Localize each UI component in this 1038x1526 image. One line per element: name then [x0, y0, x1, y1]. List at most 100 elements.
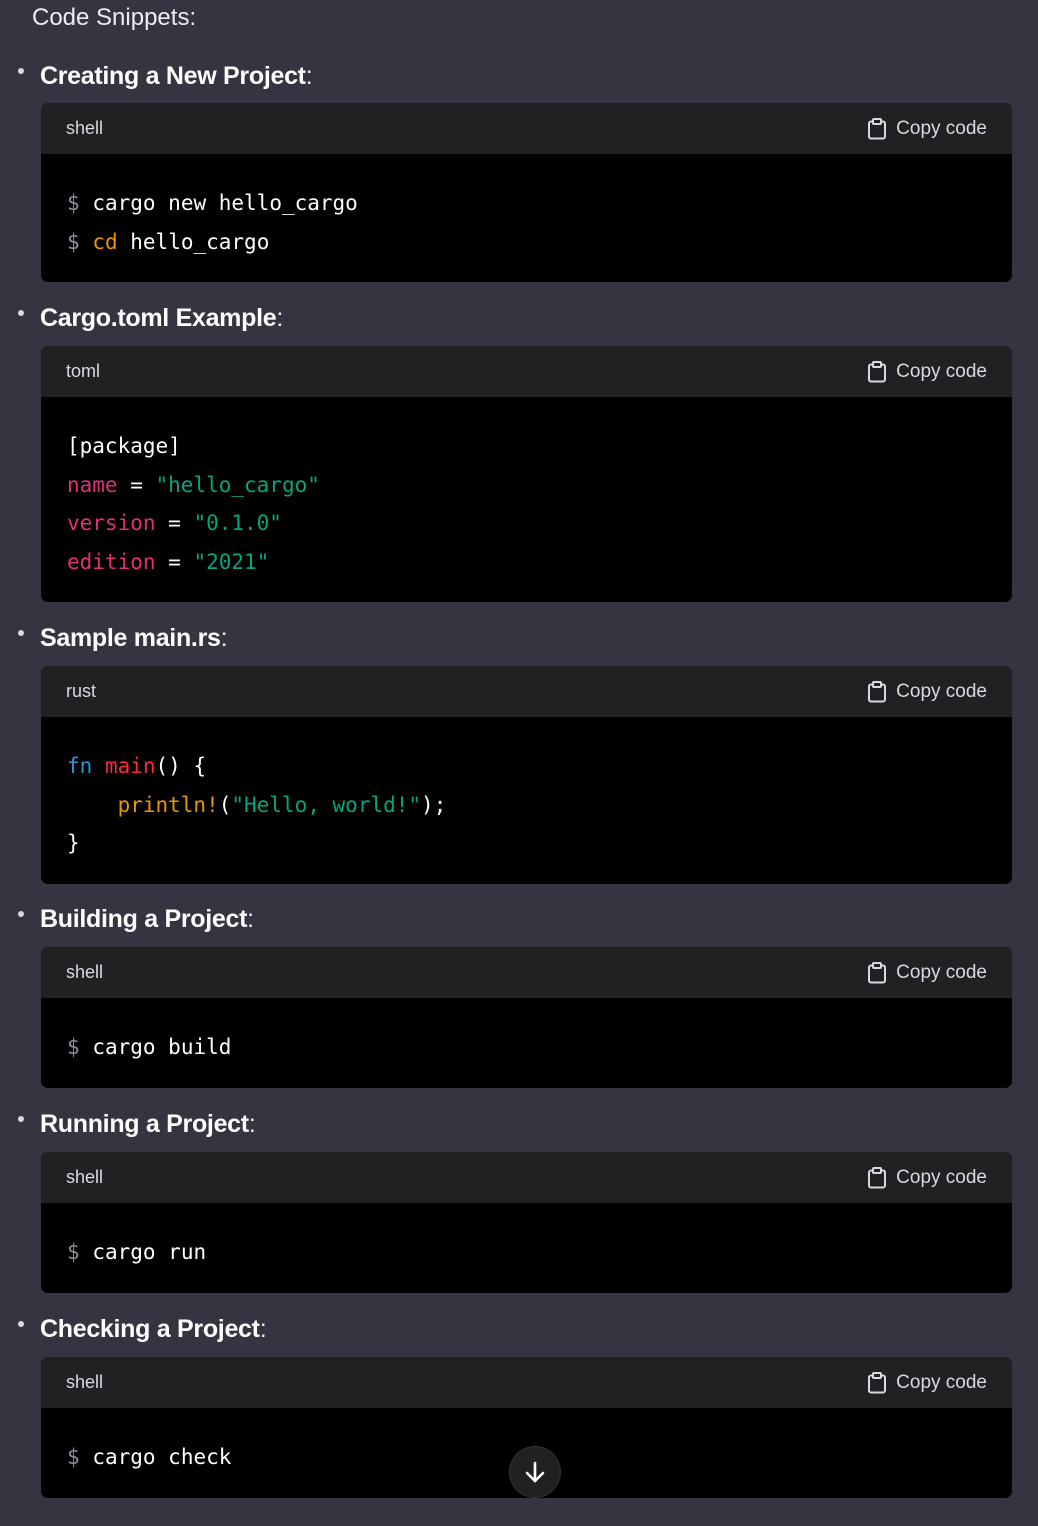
rust-punctuation: }	[67, 831, 80, 855]
toml-key: name	[67, 472, 118, 497]
code-block: shell Copy code $ cargo build	[41, 947, 1012, 1088]
bullet	[18, 310, 24, 316]
copy-code-label: Copy code	[896, 961, 987, 983]
code-block: toml Copy code [package] name = "hello_ca…	[41, 346, 1012, 602]
code-language: shell	[66, 118, 104, 138]
toml-equals: =	[117, 472, 156, 497]
arrow-down-icon	[525, 1461, 545, 1483]
code-block-header: rust Copy code	[41, 666, 1012, 717]
copy-code-label: Copy code	[896, 360, 987, 382]
clipboard-icon	[868, 360, 887, 382]
shell-command: cargo build	[92, 1035, 232, 1059]
code-block: rust Copy code fn main() { println!("Hel…	[41, 666, 1012, 884]
toml-equals: =	[155, 511, 194, 535]
code-language: rust	[66, 681, 97, 701]
code-block: shell Copy code $ cargo run	[41, 1152, 1012, 1293]
copy-code-button[interactable]: Copy code	[867, 1166, 987, 1189]
section-heading: Running a Project:	[18, 1104, 256, 1144]
code-language: shell	[66, 962, 104, 982]
copy-code-label: Copy code	[896, 1166, 987, 1188]
shell-prompt: $	[67, 229, 80, 254]
shell-command: cargo run	[92, 1240, 207, 1264]
section-title: Building a Project	[40, 904, 248, 933]
shell-prompt: $	[67, 1240, 80, 1264]
copy-code-label: Copy code	[896, 1371, 987, 1393]
copy-code-label: Copy code	[896, 117, 987, 139]
section-title: Checking a Project	[40, 1314, 260, 1343]
code-line: println!("Hello, world!");	[67, 786, 986, 825]
section-heading: Cargo.toml Example:	[18, 298, 283, 338]
code-line: version = "0.1.0"	[67, 504, 986, 543]
section-heading: Sample main.rs:	[18, 618, 228, 658]
rust-punctuation: () {	[155, 754, 207, 778]
code-line: edition = "2021"	[67, 543, 986, 582]
code-content[interactable]: $ cargo run	[41, 1203, 1012, 1272]
code-content[interactable]: $ cargo build	[41, 998, 1012, 1067]
section-title: Running a Project	[40, 1109, 249, 1138]
section-colon: :	[305, 61, 313, 90]
code-block-header: shell Copy code	[41, 103, 1012, 154]
intro-text: Code Snippets:	[32, 4, 197, 31]
toml-equals: =	[155, 549, 194, 574]
section-heading: Building a Project:	[18, 899, 254, 939]
bullet	[18, 1116, 24, 1122]
shell-command: cargo new hello_cargo	[92, 191, 358, 215]
code-block-header: shell Copy code	[41, 1152, 1012, 1203]
clipboard-icon	[868, 961, 887, 983]
code-block-header: shell Copy code	[41, 947, 1012, 998]
code-block-header: shell Copy code	[41, 1357, 1012, 1408]
code-language: toml	[66, 361, 101, 381]
code-block-header: toml Copy code	[41, 346, 1012, 397]
code-language: shell	[66, 1372, 104, 1392]
copy-code-label: Copy code	[896, 680, 987, 702]
shell-prompt: $	[67, 1445, 80, 1469]
code-line: [package]	[67, 427, 986, 466]
section-colon: :	[276, 303, 284, 332]
clipboard-icon	[868, 1371, 887, 1393]
shell-prompt: $	[67, 1035, 80, 1059]
copy-code-button[interactable]: Copy code	[867, 961, 987, 984]
toml-string: "2021"	[193, 549, 270, 574]
shell-command: cargo check	[92, 1445, 232, 1469]
bullet	[18, 911, 24, 917]
rust-punctuation: );	[421, 792, 447, 817]
code-content[interactable]: fn main() { println!("Hello, world!");}	[41, 717, 1012, 863]
code-line: fn main() {	[67, 747, 986, 786]
copy-code-button[interactable]: Copy code	[867, 360, 987, 383]
section-colon: :	[247, 904, 255, 933]
section-heading: Checking a Project:	[18, 1309, 267, 1349]
section-colon: :	[259, 1314, 267, 1343]
rust-function-name: main	[104, 754, 156, 778]
bullet	[18, 68, 24, 74]
toml-string: "hello_cargo"	[155, 472, 320, 497]
code-content[interactable]: [package] name = "hello_cargo" version = "…	[41, 397, 1012, 581]
copy-code-button[interactable]: Copy code	[867, 117, 987, 140]
code-line: $ cd hello_cargo	[67, 223, 986, 262]
rust-punctuation: (	[218, 792, 232, 817]
toml-table: [package]	[67, 434, 181, 458]
code-line: $ cargo build	[67, 1028, 986, 1067]
toml-key: edition	[67, 549, 156, 574]
section-title: Sample main.rs	[40, 623, 221, 652]
clipboard-icon	[868, 680, 887, 702]
rust-keyword: fn	[67, 754, 93, 778]
toml-key: version	[67, 511, 156, 535]
rust-string: "Hello, world!"	[231, 792, 422, 817]
section-title: Creating a New Project	[40, 61, 306, 90]
copy-code-button[interactable]: Copy code	[867, 680, 987, 703]
section-heading: Creating a New Project:	[18, 56, 313, 96]
copy-code-button[interactable]: Copy code	[867, 1371, 987, 1394]
shell-prompt: $	[67, 191, 80, 215]
toml-string: "0.1.0"	[193, 511, 282, 535]
code-line: $ cargo run	[67, 1233, 986, 1272]
section-colon: :	[248, 1109, 256, 1138]
code-language: shell	[66, 1167, 104, 1187]
code-block: shell Copy code $ cargo new hello_cargo $…	[41, 103, 1012, 282]
clipboard-icon	[868, 117, 887, 139]
rust-macro: println!	[117, 792, 219, 817]
code-content[interactable]: $ cargo new hello_cargo $ cd hello_cargo	[41, 154, 1012, 261]
code-line: name = "hello_cargo"	[67, 466, 986, 505]
section-title: Cargo.toml Example	[40, 303, 277, 332]
scroll-to-bottom-button[interactable]	[509, 1446, 561, 1498]
